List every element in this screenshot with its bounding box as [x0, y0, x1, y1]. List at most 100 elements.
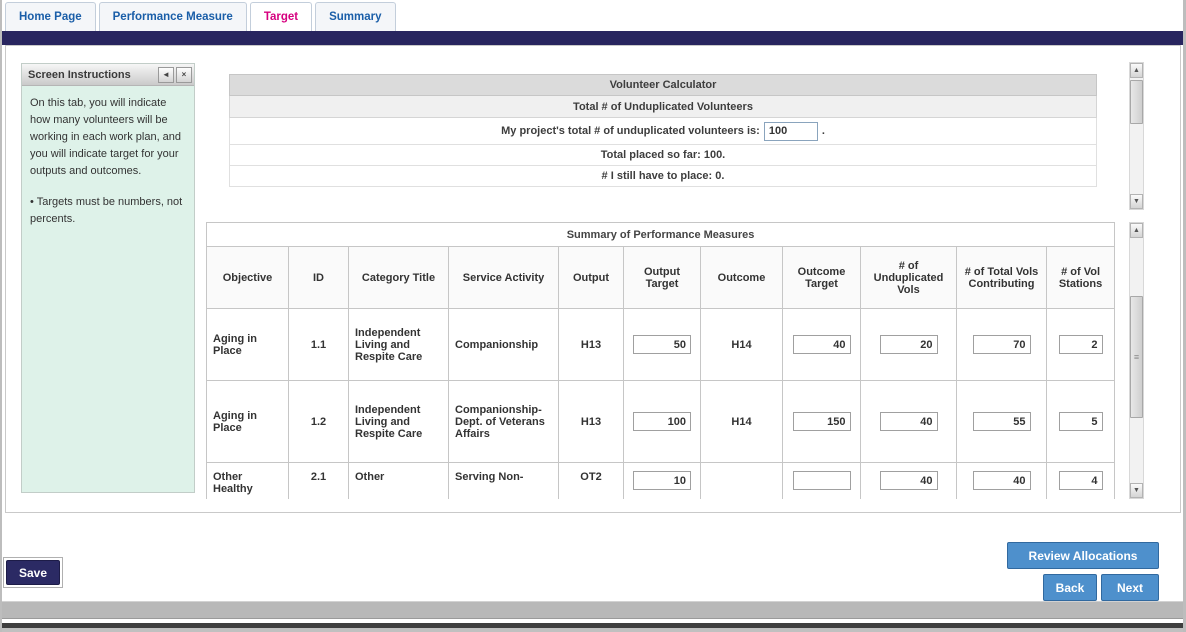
cell-output: OT2	[559, 463, 624, 500]
screen-instructions-title: Screen Instructions	[28, 69, 156, 81]
total-vols-input[interactable]	[973, 335, 1031, 354]
scrollbar-thumb[interactable]: ≡	[1130, 296, 1143, 418]
col-outcome: Outcome	[701, 247, 783, 309]
still-to-place-text: # I still have to place: 0.	[229, 166, 1097, 187]
down-arrow-icon: ▼	[1133, 487, 1140, 494]
unduplicated-vols-input[interactable]	[880, 335, 938, 354]
tab-target[interactable]: Target	[250, 2, 312, 31]
scroll-up-button[interactable]: ▲	[1130, 223, 1143, 238]
cell-id: 1.2	[289, 381, 349, 463]
cell-objective: Aging in Place	[207, 381, 289, 463]
cell-category: Independent Living and Respite Care	[349, 381, 449, 463]
header-divider-bar	[0, 31, 1186, 45]
volunteer-calculator-panel: Volunteer Calculator Total # of Unduplic…	[206, 62, 1144, 210]
cell-output: H13	[559, 381, 624, 463]
summary-table-title: Summary of Performance Measures	[207, 223, 1115, 247]
table-row: Aging in Place 1.2 Independent Living an…	[207, 381, 1115, 463]
scrollbar-thumb[interactable]	[1130, 80, 1143, 124]
outcome-target-input[interactable]	[793, 412, 851, 431]
outcome-target-input[interactable]	[793, 471, 851, 490]
screen-instructions-body: On this tab, you will indicate how many …	[22, 86, 194, 237]
calculator-subtitle: Total # of Unduplicated Volunteers	[229, 96, 1097, 118]
performance-measures-panel: Summary of Performance Measures Objectiv…	[206, 222, 1144, 499]
save-button-frame: Save	[3, 557, 63, 588]
main-content: Screen Instructions ◄ × On this tab, you…	[5, 45, 1181, 513]
cell-outcome	[701, 463, 783, 500]
table-row: Other Healthy 2.1 Other Serving Non- OT2	[207, 463, 1115, 500]
tab-performance-measure[interactable]: Performance Measure	[99, 2, 247, 31]
calculator-input-suffix: .	[822, 125, 825, 137]
calculator-input-row: My project's total # of unduplicated vol…	[229, 118, 1097, 145]
cell-category: Other	[349, 463, 449, 500]
summary-scrollbar: ▲ ≡ ▼	[1129, 222, 1144, 499]
cell-category: Independent Living and Respite Care	[349, 309, 449, 381]
calculator-input-label: My project's total # of unduplicated vol…	[501, 125, 760, 137]
col-outcome-target: Outcome Target	[783, 247, 861, 309]
instructions-note: • Targets must be numbers, not percents.	[30, 194, 186, 228]
unduplicated-vols-input[interactable]	[880, 412, 938, 431]
vol-stations-input[interactable]	[1059, 471, 1103, 490]
bottom-strip	[0, 628, 1186, 632]
outcome-target-input[interactable]	[793, 335, 851, 354]
col-total-vols-contributing: # of Total Vols Contributing	[957, 247, 1047, 309]
output-target-input[interactable]	[633, 335, 691, 354]
instructions-paragraph: On this tab, you will indicate how many …	[30, 95, 186, 180]
review-allocations-button[interactable]: Review Allocations	[1007, 542, 1159, 569]
tab-summary[interactable]: Summary	[315, 2, 395, 31]
output-target-input[interactable]	[633, 471, 691, 490]
tab-bar: Home Page Performance Measure Target Sum…	[2, 0, 1183, 31]
save-button[interactable]: Save	[6, 560, 60, 585]
cell-id: 2.1	[289, 463, 349, 500]
cell-id: 1.1	[289, 309, 349, 381]
close-panel-button[interactable]: ×	[176, 67, 192, 83]
back-button[interactable]: Back	[1043, 574, 1097, 601]
cell-outcome: H14	[701, 309, 783, 381]
scroll-down-button[interactable]: ▼	[1130, 483, 1143, 498]
screen-instructions-panel: Screen Instructions ◄ × On this tab, you…	[21, 63, 195, 493]
up-arrow-icon: ▲	[1133, 227, 1140, 234]
col-output: Output	[559, 247, 624, 309]
cell-outcome: H14	[701, 381, 783, 463]
collapse-panel-button[interactable]: ◄	[158, 67, 174, 83]
scrollbar-track[interactable]: ≡	[1130, 238, 1143, 483]
unduplicated-vols-input[interactable]	[880, 471, 938, 490]
up-arrow-icon: ▲	[1133, 67, 1140, 74]
tab-home-page[interactable]: Home Page	[5, 2, 96, 31]
scroll-up-button[interactable]: ▲	[1130, 63, 1143, 78]
cell-activity: Companionship	[449, 309, 559, 381]
performance-measures-table: Summary of Performance Measures Objectiv…	[206, 222, 1115, 499]
scroll-down-button[interactable]: ▼	[1130, 194, 1143, 209]
table-header-row: Objective ID Category Title Service Acti…	[207, 247, 1115, 309]
calculator-scrollbar: ▲ ▼	[1129, 62, 1144, 210]
total-placed-text: Total placed so far: 100.	[229, 145, 1097, 166]
cell-output: H13	[559, 309, 624, 381]
next-button[interactable]: Next	[1101, 574, 1159, 601]
col-unduplicated-vols: # of Unduplicated Vols	[861, 247, 957, 309]
col-service-activity: Service Activity	[449, 247, 559, 309]
cell-activity: Companionship-Dept. of Veterans Affairs	[449, 381, 559, 463]
col-vol-stations: # of Vol Stations	[1047, 247, 1115, 309]
scrollbar-track[interactable]	[1130, 78, 1143, 194]
total-vols-input[interactable]	[973, 412, 1031, 431]
col-category-title: Category Title	[349, 247, 449, 309]
cell-activity: Serving Non-	[449, 463, 559, 500]
cell-objective: Aging in Place	[207, 309, 289, 381]
window-left-edge	[0, 0, 2, 632]
col-output-target: Output Target	[624, 247, 701, 309]
cell-objective: Other Healthy	[207, 463, 289, 500]
left-arrow-icon: ◄	[162, 70, 170, 79]
total-vols-input[interactable]	[973, 471, 1031, 490]
output-target-input[interactable]	[633, 412, 691, 431]
vol-stations-input[interactable]	[1059, 412, 1103, 431]
calculator-title: Volunteer Calculator	[229, 74, 1097, 96]
thumb-grip-icon: ≡	[1134, 354, 1139, 360]
screen-instructions-header: Screen Instructions ◄ ×	[22, 64, 194, 86]
table-row: Aging in Place 1.1 Independent Living an…	[207, 309, 1115, 381]
vol-stations-input[interactable]	[1059, 335, 1103, 354]
col-id: ID	[289, 247, 349, 309]
unduplicated-volunteers-input[interactable]	[764, 122, 818, 141]
down-arrow-icon: ▼	[1133, 198, 1140, 205]
status-bar	[0, 601, 1186, 619]
volunteer-calculator-table: Volunteer Calculator Total # of Unduplic…	[229, 74, 1097, 187]
col-objective: Objective	[207, 247, 289, 309]
